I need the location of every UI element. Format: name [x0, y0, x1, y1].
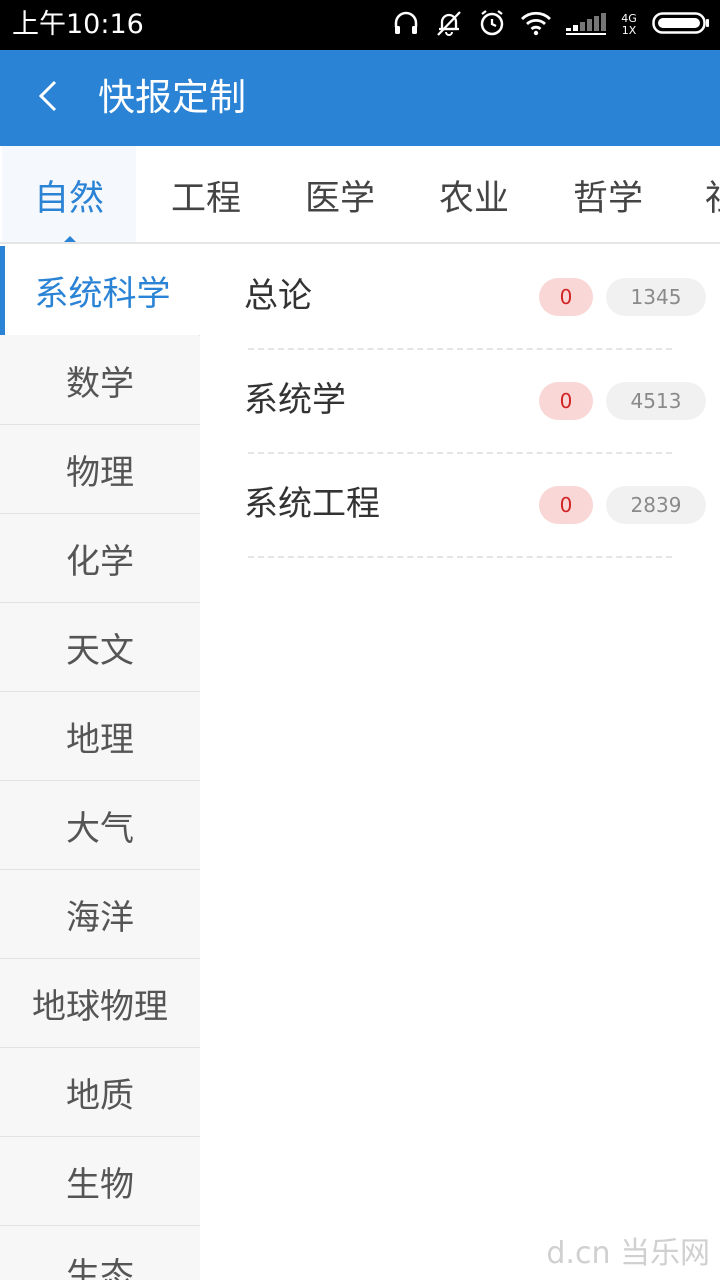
sidebar-item-geophysics[interactable]: 地球物理 — [0, 959, 200, 1048]
list-item-title: 总论 — [244, 276, 312, 316]
sidebar-item-math[interactable]: 数学 — [0, 336, 200, 425]
sidebar-item-geology[interactable]: 地质 — [0, 1048, 200, 1137]
list-item[interactable]: 总论 0 1345 — [200, 246, 720, 350]
status-icons: 4G 1X — [378, 10, 710, 40]
total-count-badge: 2839 — [606, 486, 706, 524]
sidebar-item-label: 数学 — [66, 363, 134, 404]
sidebar-item-systems-science[interactable]: 系统科学 — [0, 246, 200, 335]
new-count-badge: 0 — [539, 382, 593, 420]
sidebar-item-astronomy[interactable]: 天文 — [0, 603, 200, 692]
tab-agriculture[interactable]: 农业 — [407, 146, 541, 242]
headphones-icon — [392, 9, 420, 41]
network-type-bottom: 1X — [621, 24, 637, 37]
tab-engineering[interactable]: 工程 — [139, 146, 273, 242]
active-tab-caret-icon — [62, 236, 78, 242]
tab-label: 社 — [705, 170, 720, 221]
alarm-icon — [478, 9, 506, 41]
network-type: 4G 1X — [620, 13, 638, 37]
tab-label: 哲学 — [572, 178, 643, 219]
sidebar-item-geography[interactable]: 地理 — [0, 692, 200, 781]
status-time: 上午10:16 — [12, 9, 144, 40]
total-count-badge: 4513 — [606, 382, 706, 420]
sidebar-item-label: 天文 — [66, 630, 134, 671]
category-tab-bar: 自然 工程 医学 农业 哲学 社 — [0, 146, 720, 244]
chevron-left-icon — [35, 79, 61, 117]
new-count-badge: 0 — [539, 278, 593, 316]
page-title: 快报定制 — [98, 76, 246, 119]
sidebar-item-label: 生态 — [66, 1256, 134, 1280]
sidebar-item-ocean[interactable]: 海洋 — [0, 870, 200, 959]
app-bar: 快报定制 — [0, 50, 720, 146]
tab-label: 医学 — [304, 178, 375, 219]
tab-label: 工程 — [170, 178, 241, 219]
tab-nature[interactable]: 自然 — [2, 146, 136, 242]
sidebar-item-label: 生物 — [66, 1164, 134, 1205]
list-item[interactable]: 系统工程 0 2839 — [200, 454, 720, 558]
sidebar-item-chemistry[interactable]: 化学 — [0, 514, 200, 603]
tab-label: 自然 — [33, 178, 104, 219]
sidebar-item-physics[interactable]: 物理 — [0, 425, 200, 514]
sidebar-item-label: 海洋 — [66, 897, 134, 938]
subcategory-sidebar: 系统科学 数学 物理 化学 天文 地理 大气 海洋 地球物理 地质 生物 生态 — [0, 246, 200, 1280]
sidebar-item-label: 地理 — [66, 719, 134, 760]
watermark-logo: d.cn 当乐网 — [546, 1236, 710, 1271]
battery-icon — [652, 11, 710, 39]
tab-philosophy[interactable]: 哲学 — [541, 146, 675, 242]
status-bar: 上午10:16 4G 1X — [0, 0, 720, 50]
sidebar-item-label: 地球物理 — [32, 986, 168, 1027]
list-item-title: 系统学 — [244, 380, 346, 420]
mute-bell-icon — [434, 9, 464, 41]
sidebar-item-label: 化学 — [66, 541, 134, 582]
tab-social[interactable]: 社 — [675, 146, 720, 242]
list-item-title: 系统工程 — [244, 484, 380, 524]
topic-list: 总论 0 1345 系统学 0 4513 系统工程 0 2839 — [200, 246, 720, 1280]
sidebar-item-atmosphere[interactable]: 大气 — [0, 781, 200, 870]
sidebar-item-label: 系统科学 — [34, 274, 171, 314]
dashed-divider — [248, 556, 672, 558]
sidebar-item-ecology[interactable]: 生态 — [0, 1226, 200, 1280]
sidebar-item-label: 物理 — [66, 452, 134, 493]
tab-label: 农业 — [438, 178, 509, 219]
wifi-icon — [520, 10, 552, 40]
total-count-badge: 1345 — [606, 278, 706, 316]
sidebar-item-label: 大气 — [66, 808, 134, 849]
sidebar-item-label: 地质 — [66, 1075, 134, 1116]
sidebar-item-biology[interactable]: 生物 — [0, 1137, 200, 1226]
back-button[interactable] — [22, 72, 74, 124]
signal-icon — [566, 10, 606, 40]
list-item[interactable]: 系统学 0 4513 — [200, 350, 720, 454]
tab-medicine[interactable]: 医学 — [273, 146, 407, 242]
new-count-badge: 0 — [539, 486, 593, 524]
